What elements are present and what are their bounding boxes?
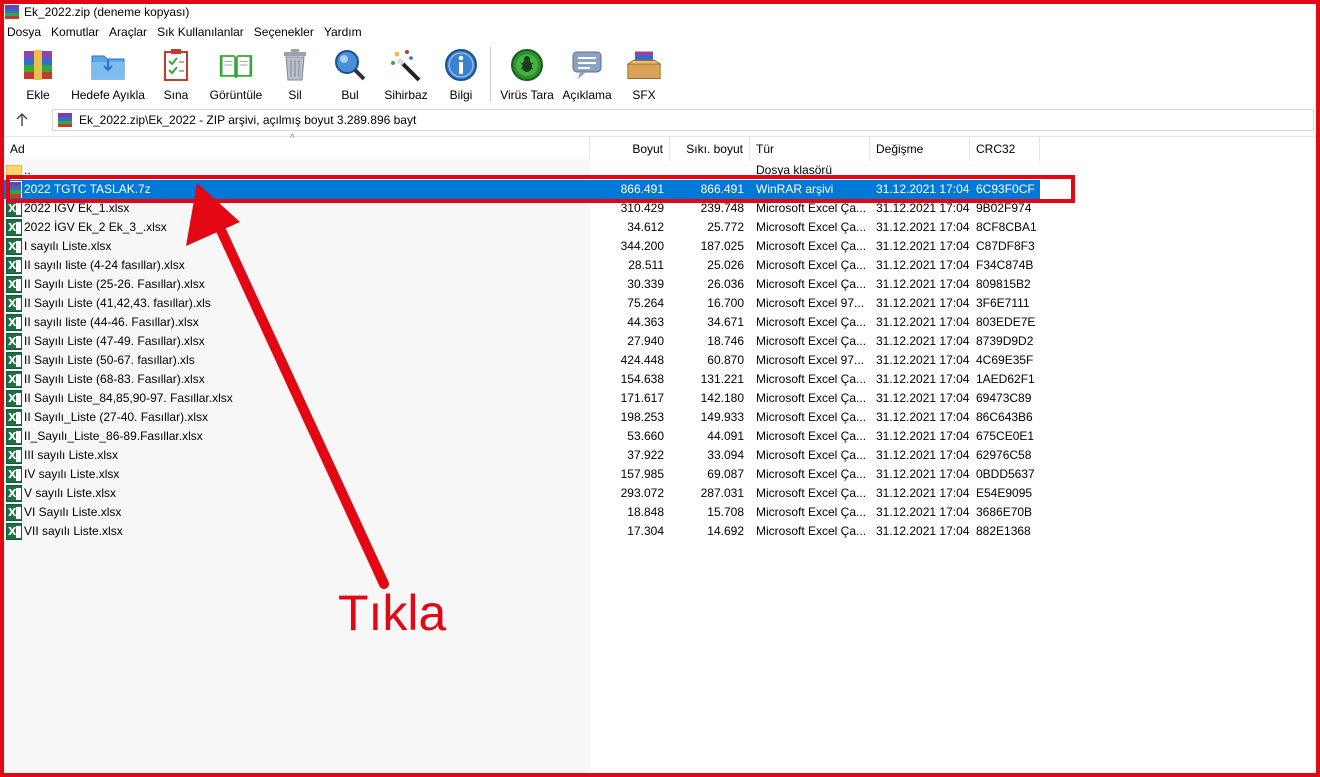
annotation-arrow (186, 183, 389, 589)
annotation-label: Tıkla (338, 585, 447, 641)
